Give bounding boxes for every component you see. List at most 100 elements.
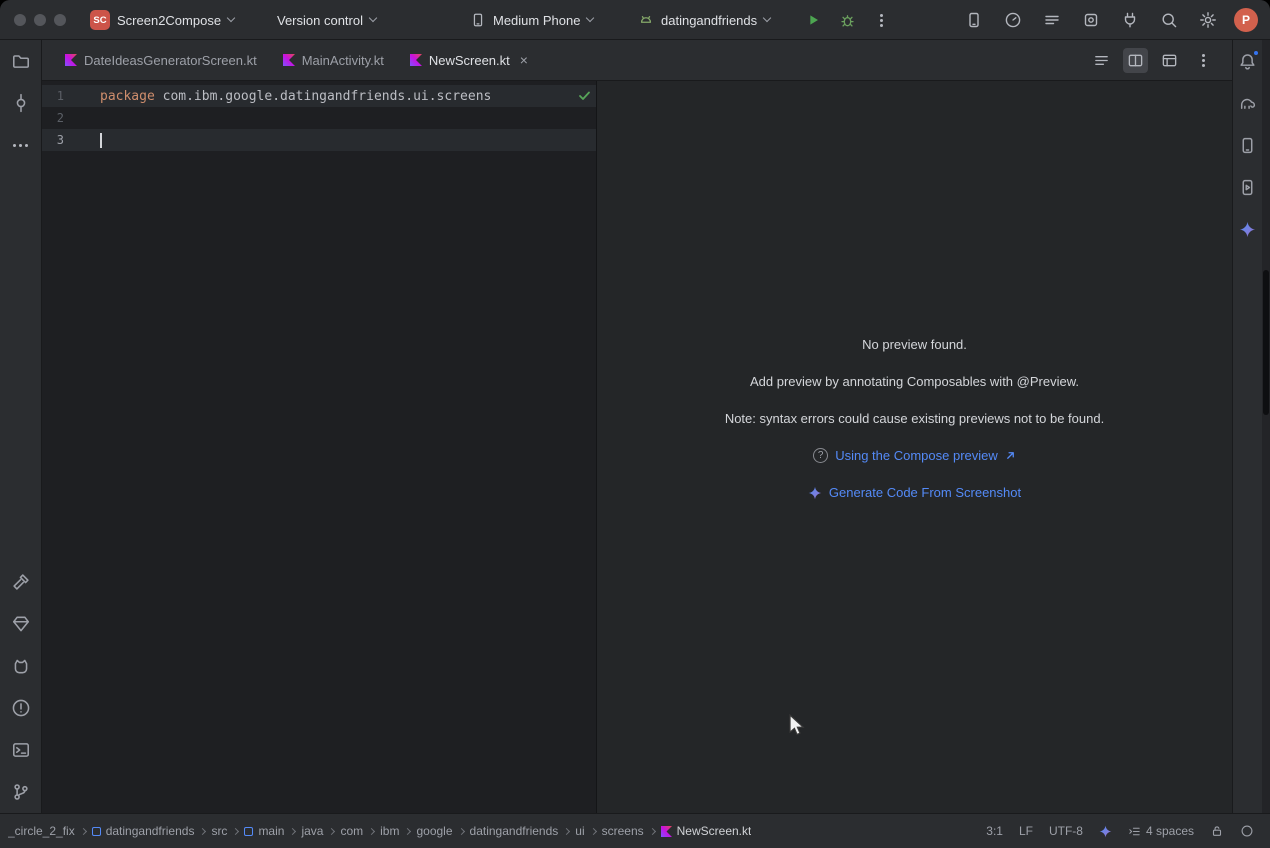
compose-preview-doc-link[interactable]: ? Using the Compose preview [813, 448, 1016, 463]
code-editor[interactable]: 1 package com.ibm.google.datingandfriend… [42, 81, 596, 813]
profiler-button[interactable] [1000, 7, 1026, 33]
line-number[interactable]: 3 [42, 133, 100, 147]
running-devices-tool-button[interactable] [1237, 176, 1259, 198]
kotlin-file-icon [661, 826, 672, 837]
terminal-tool-button[interactable] [10, 739, 32, 761]
design-view-icon [1161, 52, 1178, 69]
generate-code-from-screenshot-link[interactable]: Generate Code From Screenshot [808, 485, 1021, 500]
search-everywhere-button[interactable] [1156, 7, 1182, 33]
run-configuration-selector[interactable]: datingandfriends [638, 0, 770, 40]
code-view-icon [1093, 52, 1110, 69]
connect-device-button[interactable] [1117, 7, 1143, 33]
gem-icon [11, 614, 31, 634]
device-selector[interactable]: Medium Phone [470, 0, 593, 40]
line-number[interactable]: 1 [42, 89, 100, 103]
debug-icon [839, 12, 856, 29]
project-widget[interactable]: SC Screen2Compose [90, 0, 234, 40]
version-control-tool-button[interactable] [10, 781, 32, 803]
code-line-2[interactable]: 2 [42, 107, 596, 129]
kotlin-file-icon [410, 54, 422, 66]
split-view-button[interactable] [1123, 48, 1148, 73]
chevron-right-icon [457, 827, 464, 834]
breadcrumb-item[interactable]: ui [575, 824, 584, 838]
editor-options-button[interactable] [1191, 48, 1216, 73]
gradle-tool-button[interactable] [1237, 92, 1259, 114]
line-number[interactable]: 2 [42, 111, 100, 125]
minimize-window-button[interactable] [34, 14, 46, 26]
more-tool-windows-button[interactable] [10, 134, 32, 156]
gemini-status-widget[interactable] [1099, 825, 1112, 838]
code-line-3[interactable]: 3 [42, 129, 596, 151]
run-configuration-label: datingandfriends [661, 13, 757, 28]
breadcrumb-item[interactable]: ibm [380, 824, 399, 838]
indent-widget[interactable]: 4 spaces [1128, 824, 1194, 838]
preview-title: No preview found. [862, 337, 967, 352]
close-window-button[interactable] [14, 14, 26, 26]
left-bar-bottom-group [0, 571, 41, 803]
breadcrumb-item[interactable]: google [416, 824, 452, 838]
breadcrumb-item-current-file[interactable]: NewScreen.kt [661, 824, 752, 838]
notifications-button[interactable] [1237, 50, 1259, 72]
breadcrumb-item[interactable]: main [244, 824, 284, 838]
project-tool-button[interactable] [10, 50, 32, 72]
chevron-right-icon [563, 827, 570, 834]
tab-label: DateIdeasGeneratorScreen.kt [84, 53, 257, 68]
code-view-button[interactable] [1089, 48, 1114, 73]
generate-link-label: Generate Code From Screenshot [829, 485, 1021, 500]
editor-tab-bar: DateIdeasGeneratorScreen.kt MainActivity… [42, 40, 1232, 81]
run-button[interactable] [800, 7, 826, 33]
module-icon [92, 827, 101, 836]
avatar[interactable]: P [1234, 8, 1258, 32]
kotlin-file-icon [283, 54, 295, 66]
inspections-widget[interactable] [1240, 824, 1254, 838]
preview-note: Note: syntax errors could cause existing… [725, 411, 1104, 426]
search-icon [1160, 11, 1178, 29]
terminal-icon [11, 740, 31, 760]
line-separator-widget[interactable]: LF [1019, 824, 1033, 838]
tab-newscreen[interactable]: NewScreen.kt × [397, 40, 541, 80]
device-manager-tool-button[interactable] [1237, 134, 1259, 156]
breadcrumb-item[interactable]: _circle_2_fix [8, 824, 75, 838]
design-view-button[interactable] [1157, 48, 1182, 73]
tab-dateideasgeneratorscreen[interactable]: DateIdeasGeneratorScreen.kt [52, 40, 270, 80]
settings-button[interactable] [1195, 7, 1221, 33]
app-inspection-button[interactable] [1078, 7, 1104, 33]
encoding-widget[interactable]: UTF-8 [1049, 824, 1083, 838]
vcs-widget[interactable]: Version control [277, 0, 376, 40]
problems-icon [11, 698, 31, 718]
tab-mainactivity[interactable]: MainActivity.kt [270, 40, 397, 80]
close-icon[interactable]: × [520, 53, 528, 67]
problems-tool-button[interactable] [10, 697, 32, 719]
commit-tool-button[interactable] [10, 92, 32, 114]
chevron-right-icon [289, 827, 296, 834]
chevron-down-icon [763, 14, 771, 22]
device-manager-button[interactable] [961, 7, 987, 33]
caret-position-widget[interactable]: 3:1 [986, 824, 1003, 838]
logcat-button[interactable] [1039, 7, 1065, 33]
breadcrumb-item[interactable]: java [301, 824, 323, 838]
breadcrumb-item[interactable]: com [340, 824, 363, 838]
breadcrumb-item[interactable]: screens [602, 824, 644, 838]
help-icon: ? [813, 448, 828, 463]
doc-link-label: Using the Compose preview [835, 448, 998, 463]
logcat-tool-button[interactable] [10, 655, 32, 677]
window-scrollbar-thumb[interactable] [1263, 270, 1269, 415]
breadcrumb-item[interactable]: datingandfriends [470, 824, 559, 838]
window-scrollbar-track[interactable] [1262, 40, 1270, 813]
write-access-widget[interactable] [1210, 824, 1224, 838]
breadcrumb-item[interactable]: datingandfriends [92, 824, 195, 838]
build-tool-button[interactable] [10, 571, 32, 593]
chevron-down-icon [586, 14, 594, 22]
branch-icon [11, 782, 31, 802]
debug-button[interactable] [834, 7, 860, 33]
inspections-ok-check-icon[interactable] [577, 88, 592, 103]
chevron-right-icon [232, 827, 239, 834]
zoom-window-button[interactable] [54, 14, 66, 26]
code-line-1[interactable]: 1 package com.ibm.google.datingandfriend… [42, 85, 596, 107]
title-bar: SC Screen2Compose Version control Medium… [0, 0, 1270, 40]
gemini-tool-button[interactable] [1237, 218, 1259, 240]
more-actions-button[interactable] [868, 7, 894, 33]
keyword: package [100, 89, 155, 104]
app-quality-insights-tool-button[interactable] [10, 613, 32, 635]
breadcrumb-item[interactable]: src [211, 824, 227, 838]
